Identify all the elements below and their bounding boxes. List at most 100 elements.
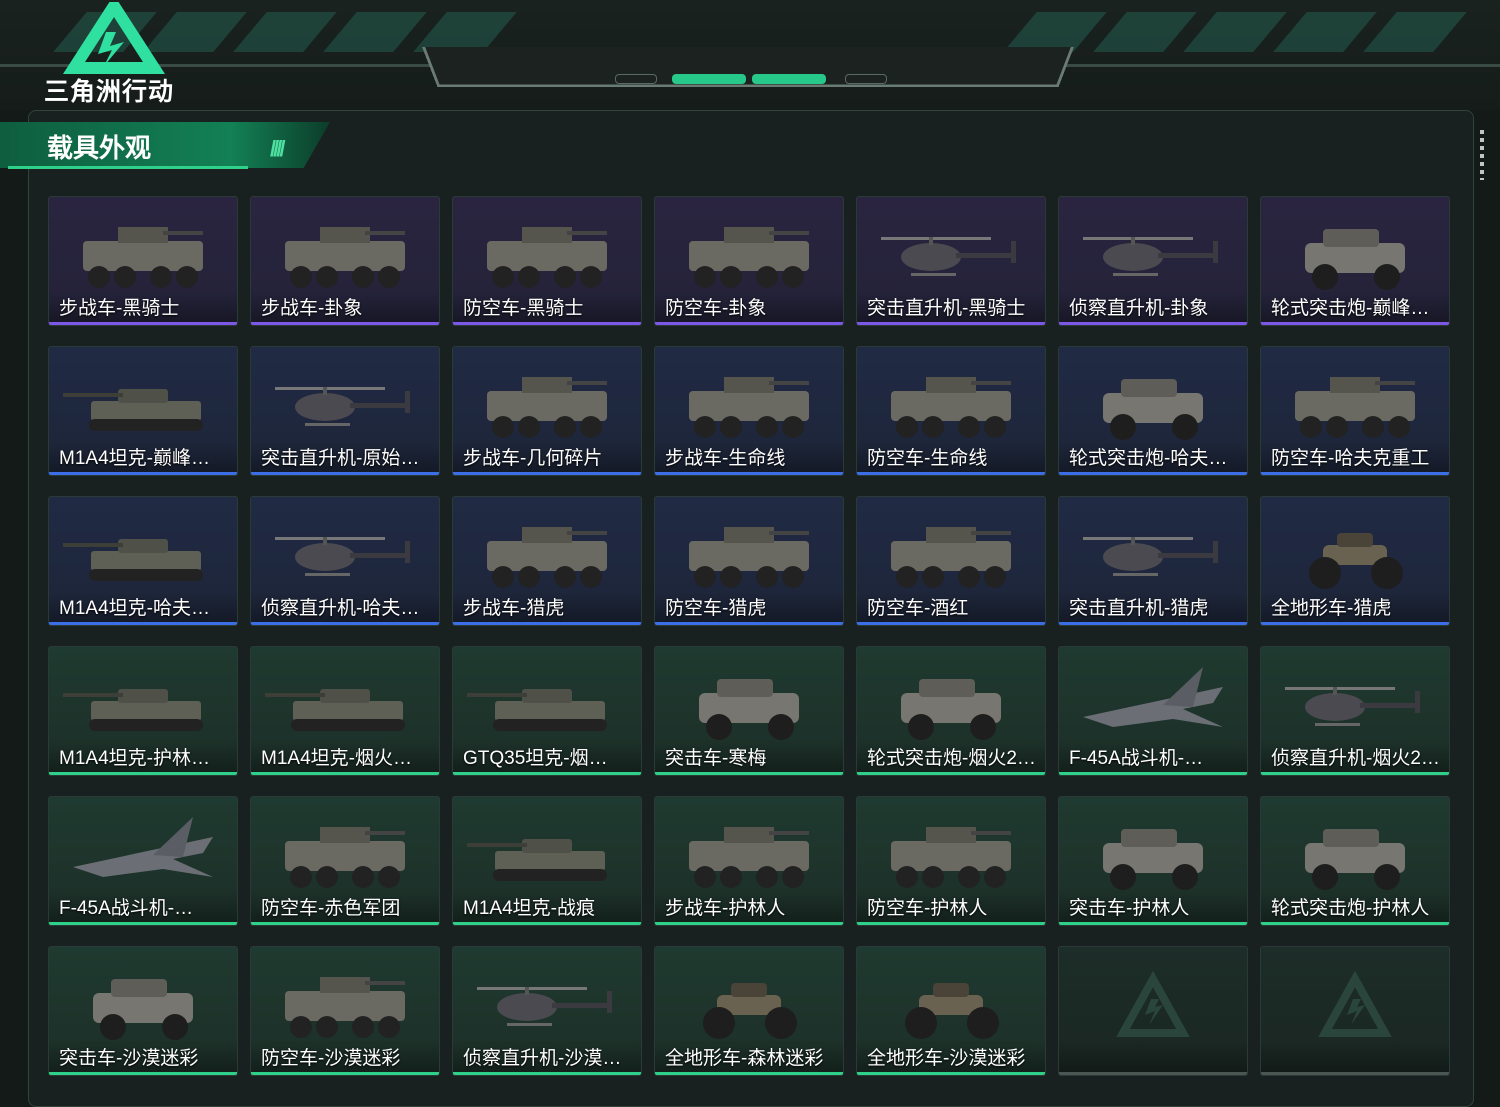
rarity-bar (453, 1072, 641, 1075)
vehicle-ifv-icon (891, 377, 1011, 438)
vehicle-skin-name: F-45A战斗机-… (1069, 748, 1204, 769)
vehicle-skin-name: M1A4坦克-烟火… (261, 748, 412, 769)
vehicle-skin-name: 侦察直升机-卦象 (1069, 298, 1209, 319)
vehicle-skin-card[interactable]: 突击车-护林人 (1058, 796, 1248, 926)
vehicle-skin-card[interactable]: 全地形车-沙漠迷彩 (856, 946, 1046, 1076)
vehicle-skin-name: M1A4坦克-护林… (59, 748, 210, 769)
vehicle-skin-card[interactable]: 防空车-卦象 (654, 196, 844, 326)
vehicle-ifv-icon (285, 227, 405, 288)
page-indicator-active[interactable] (672, 74, 746, 84)
rarity-bar (1059, 772, 1247, 775)
vehicle-skin-card[interactable]: 步战车-护林人 (654, 796, 844, 926)
vehicle-skin-card[interactable]: 轮式突击炮-烟火2… (856, 646, 1046, 776)
page-indicator[interactable] (615, 74, 657, 84)
rarity-bar (857, 622, 1045, 625)
vehicle-skin-card[interactable]: 步战车-几何碎片 (452, 346, 642, 476)
page-indicator[interactable] (845, 74, 887, 84)
vehicle-skin-card[interactable]: 防空车-生命线 (856, 346, 1046, 476)
vehicle-skin-card[interactable]: 侦察直升机-哈夫克… (250, 496, 440, 626)
vehicle-skin-card[interactable]: 突击直升机-猎虎 (1058, 496, 1248, 626)
vehicle-skin-card[interactable]: 轮式突击炮-护林人 (1260, 796, 1450, 926)
header-stripe (1363, 12, 1467, 52)
rarity-bar (251, 1072, 439, 1075)
vehicle-ifv-icon (891, 527, 1011, 588)
empty-skin-slot[interactable] (1058, 946, 1248, 1076)
vehicle-skin-card[interactable]: M1A4坦克-护林… (48, 646, 238, 776)
vehicle-skin-card[interactable]: 突击车-沙漠迷彩 (48, 946, 238, 1076)
vehicle-tank-icon (265, 689, 405, 731)
vehicle-heli-icon (1285, 687, 1420, 726)
page-indicator-active[interactable] (752, 74, 826, 84)
vehicle-skin-card[interactable]: M1A4坦克-战痕 (452, 796, 642, 926)
vehicle-skin-card[interactable]: 防空车-护林人 (856, 796, 1046, 926)
vehicle-skin-card[interactable]: 全地形车-猎虎 (1260, 496, 1450, 626)
header-stripe (1183, 12, 1287, 52)
vehicle-skin-card[interactable]: 突击直升机-黑骑士 (856, 196, 1046, 326)
vehicle-ifv-icon (487, 377, 607, 438)
vehicle-skin-card[interactable]: 侦察直升机-卦象 (1058, 196, 1248, 326)
vehicle-skin-card[interactable]: M1A4坦克-烟火… (250, 646, 440, 776)
rarity-bar (1261, 1072, 1449, 1075)
vehicle-atv-icon (703, 983, 797, 1039)
vehicle-skin-name: 步战车-护林人 (665, 898, 786, 919)
rarity-bar (857, 922, 1045, 925)
vehicle-skin-name: M1A4坦克-哈夫… (59, 598, 210, 619)
vehicle-tank-icon (63, 389, 203, 431)
vehicle-ifv-icon (689, 377, 809, 438)
rarity-bar (251, 772, 439, 775)
game-title: 三角洲行动 (44, 78, 175, 106)
vehicle-skin-card[interactable]: 侦察直升机-烟火2… (1260, 646, 1450, 776)
vehicle-skin-card[interactable]: 防空车-哈夫克重工 (1260, 346, 1450, 476)
vehicle-tank-icon (467, 839, 607, 881)
vehicle-skin-card[interactable]: 防空车-黑骑士 (452, 196, 642, 326)
vehicle-atv-icon (905, 983, 999, 1039)
rarity-bar (655, 772, 843, 775)
vehicle-skin-name: 步战车-几何碎片 (463, 448, 603, 469)
rarity-bar (1261, 622, 1449, 625)
vehicle-skin-card[interactable]: 轮式突击炮-巅峰竞… (1260, 196, 1450, 326)
rarity-bar (857, 1072, 1045, 1075)
vehicle-skin-name: 步战车-黑骑士 (59, 298, 180, 319)
rarity-bar (1059, 622, 1247, 625)
title-slash-decoration: //// (270, 136, 286, 161)
vehicle-ifv-icon (689, 227, 809, 288)
empty-skin-slot[interactable] (1260, 946, 1450, 1076)
vehicle-skin-card[interactable]: 轮式突击炮-哈夫克… (1058, 346, 1248, 476)
vehicle-skin-card[interactable]: 步战车-生命线 (654, 346, 844, 476)
vehicle-skin-card[interactable]: 步战车-黑骑士 (48, 196, 238, 326)
vehicle-tank-icon (63, 539, 203, 581)
vehicle-skin-name: 防空车-猎虎 (665, 598, 767, 619)
vehicle-skin-card[interactable]: 防空车-赤色军团 (250, 796, 440, 926)
rarity-bar (655, 622, 843, 625)
vehicle-skin-card[interactable]: 突击车-寒梅 (654, 646, 844, 776)
side-scroll-indicator[interactable] (1480, 130, 1484, 180)
vehicle-atv-icon (1309, 533, 1403, 589)
vehicle-skin-card[interactable]: F-45A战斗机-… (1058, 646, 1248, 776)
vehicle-skin-name: 防空车-哈夫克重工 (1271, 448, 1430, 469)
vehicle-skin-card[interactable]: 防空车-酒红 (856, 496, 1046, 626)
vehicle-skin-card[interactable]: 步战车-猎虎 (452, 496, 642, 626)
vehicle-skin-card[interactable]: M1A4坦克-哈夫… (48, 496, 238, 626)
vehicle-ifv-icon (891, 827, 1011, 888)
vehicle-skin-card[interactable]: F-45A战斗机-… (48, 796, 238, 926)
vehicle-skin-card[interactable]: 防空车-沙漠迷彩 (250, 946, 440, 1076)
vehicle-skin-name: 防空车-黑骑士 (463, 298, 584, 319)
vehicle-skin-card[interactable]: 侦察直升机-沙漠迷… (452, 946, 642, 1076)
vehicle-skin-card[interactable]: 全地形车-森林迷彩 (654, 946, 844, 1076)
vehicle-skin-card[interactable]: GTQ35坦克-烟… (452, 646, 642, 776)
header-stripe (1093, 12, 1197, 52)
vehicle-skin-name: 防空车-赤色军团 (261, 898, 401, 919)
rarity-bar (1059, 322, 1247, 325)
vehicle-tank-icon (467, 689, 607, 731)
vehicle-skin-card[interactable]: M1A4坦克-巅峰… (48, 346, 238, 476)
rarity-bar (453, 772, 641, 775)
vehicle-skin-name: 步战车-卦象 (261, 298, 363, 319)
vehicle-skin-card[interactable]: 防空车-猎虎 (654, 496, 844, 626)
rarity-bar (251, 922, 439, 925)
vehicle-skin-card[interactable]: 突击直升机-原始伪… (250, 346, 440, 476)
vehicle-ifv-icon (487, 527, 607, 588)
vehicle-skin-name: 侦察直升机-哈夫克… (261, 598, 437, 619)
rarity-bar (453, 622, 641, 625)
rarity-bar (857, 772, 1045, 775)
vehicle-skin-card[interactable]: 步战车-卦象 (250, 196, 440, 326)
